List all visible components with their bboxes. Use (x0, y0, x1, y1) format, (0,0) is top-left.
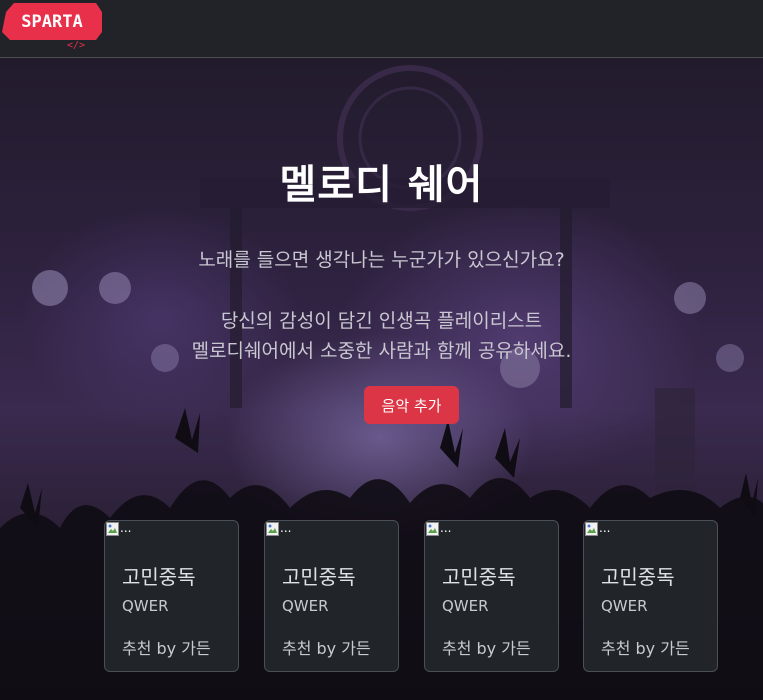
music-card[interactable]: ... 고민중독 QWER 추천 by 가든 (104, 520, 239, 672)
logo-text: SPARTA (21, 12, 82, 32)
add-music-button[interactable]: 음악 추가 (364, 386, 459, 424)
card-recommendation: 추천 by 가든 (122, 639, 211, 658)
hero-section: 멜로디 쉐어 노래를 들으면 생각나는 누군가가 있으신가요? 당신의 감성이 … (0, 58, 763, 700)
description-line-2: 멜로디쉐어에서 소중한 사람과 함께 공유하세요. (191, 340, 572, 362)
logo-sub: </> (67, 40, 85, 51)
music-card[interactable]: ... 고민중독 QWER 추천 by 가든 (583, 520, 718, 672)
hero-description: 당신의 감성이 담긴 인생곡 플레이리스트 멜로디쉐어에서 소중한 사람과 함께… (0, 306, 763, 366)
song-title: 고민중독 (122, 565, 196, 589)
album-image: ... (584, 521, 610, 541)
card-recommendation: 추천 by 가든 (282, 639, 371, 658)
song-artist: QWER (601, 597, 648, 615)
song-title: 고민중독 (282, 565, 356, 589)
broken-image-icon (426, 522, 439, 536)
image-alt-text: ... (440, 521, 452, 535)
broken-image-icon (106, 522, 119, 536)
song-title: 고민중독 (601, 565, 675, 589)
broken-image-icon (266, 522, 279, 536)
card-recommendation: 추천 by 가든 (601, 639, 690, 658)
album-image: ... (105, 521, 131, 541)
navbar: SPARTA </> (0, 0, 763, 58)
card-recommendation: 추천 by 가든 (442, 639, 531, 658)
image-alt-text: ... (120, 521, 132, 535)
image-alt-text: ... (599, 521, 611, 535)
song-artist: QWER (122, 597, 169, 615)
song-artist: QWER (282, 597, 329, 615)
page-title: 멜로디 쉐어 (279, 162, 484, 208)
description-line-1: 당신의 감성이 담긴 인생곡 플레이리스트 (220, 310, 543, 332)
album-image: ... (265, 521, 291, 541)
song-title: 고민중독 (442, 565, 516, 589)
hero-subtitle: 노래를 들으면 생각나는 누군가가 있으신가요? (198, 249, 565, 271)
music-card[interactable]: ... 고민중독 QWER 추천 by 가든 (264, 520, 399, 672)
song-artist: QWER (442, 597, 489, 615)
sparta-logo[interactable]: SPARTA </> (0, 0, 104, 52)
album-image: ... (425, 521, 451, 541)
broken-image-icon (585, 522, 598, 536)
image-alt-text: ... (280, 521, 292, 535)
music-card[interactable]: ... 고민중독 QWER 추천 by 가든 (424, 520, 559, 672)
